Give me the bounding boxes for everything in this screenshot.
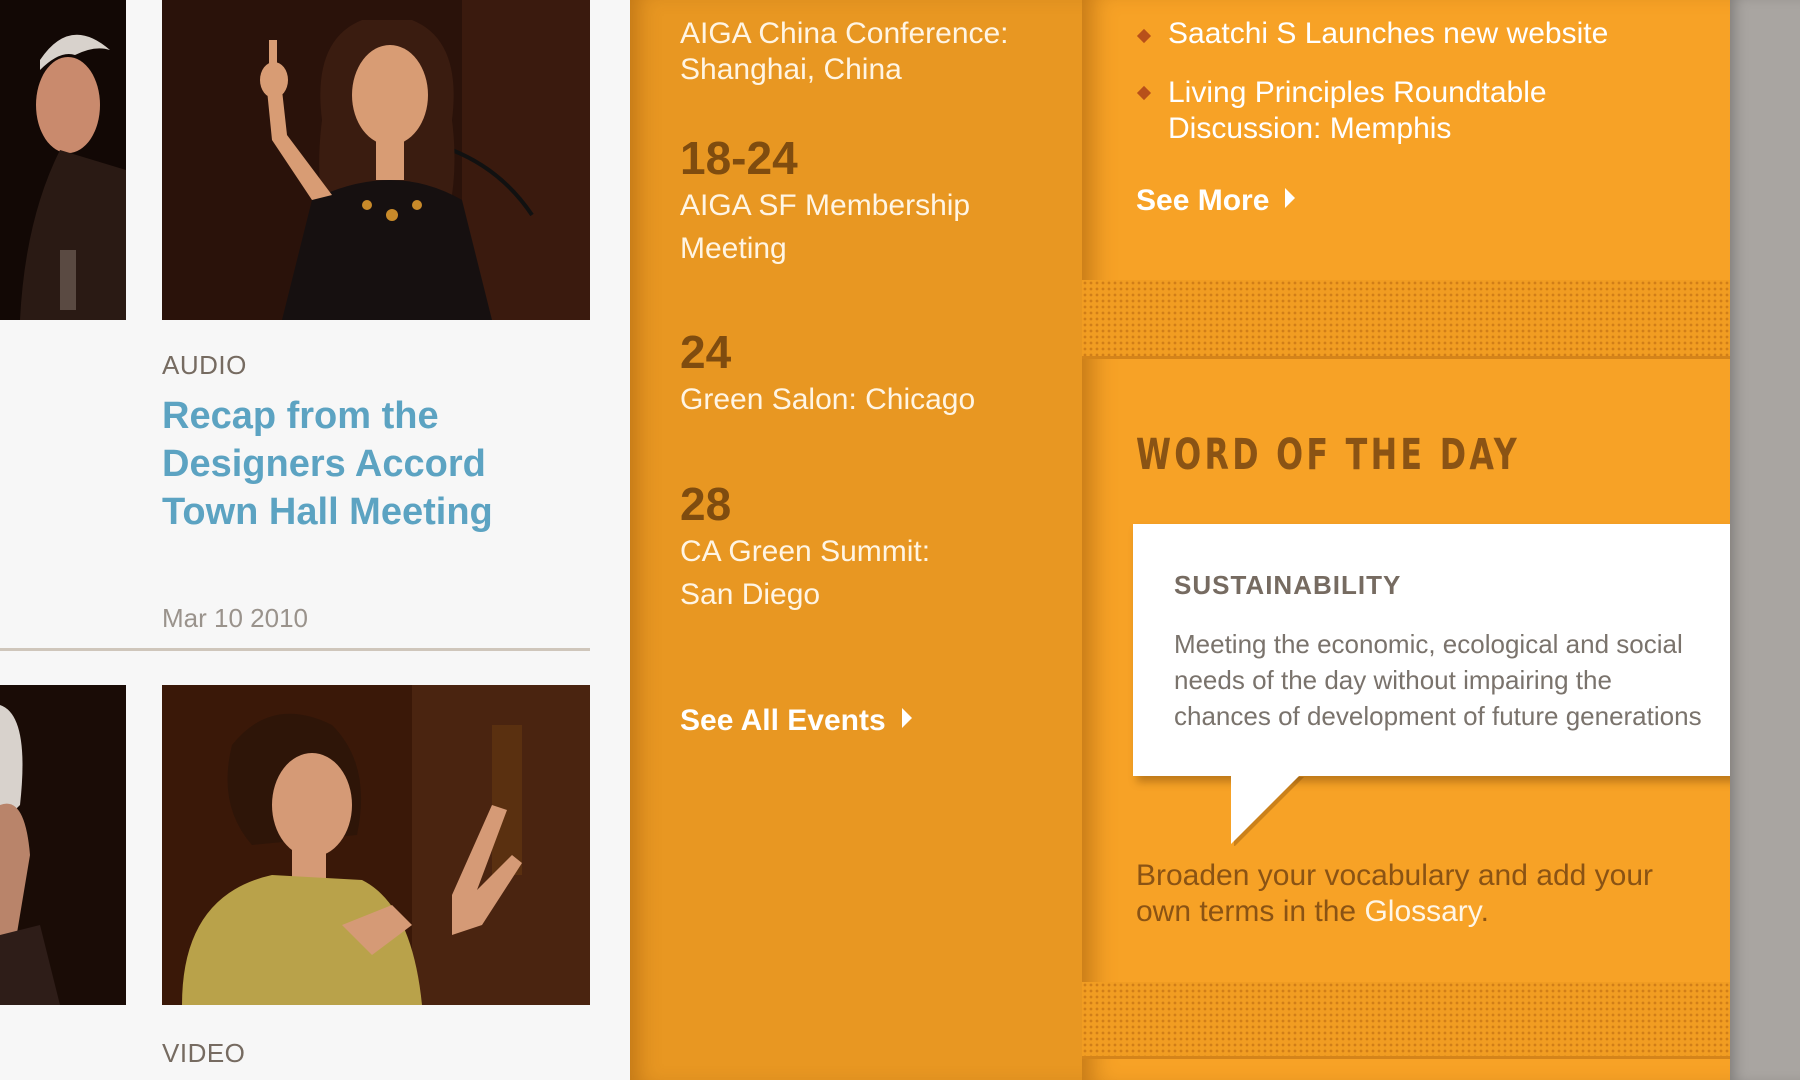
word-of-the-day-heading: WORD OF THE DAY bbox=[1136, 430, 1521, 480]
article-title-line[interactable]: Recap from the bbox=[162, 392, 622, 440]
event-item[interactable]: 18-24 AIGA SF Membership Meeting bbox=[680, 132, 970, 270]
event-title-line[interactable]: Shanghai, China bbox=[680, 52, 1009, 88]
glossary-prompt: Broaden your vocabulary and add your own… bbox=[1136, 858, 1696, 930]
speech-bubble-tail bbox=[1231, 774, 1304, 846]
article-title-line[interactable]: Designers Accord bbox=[162, 440, 622, 488]
chevron-right-icon bbox=[901, 708, 912, 728]
news-item-line[interactable]: Saatchi S Launches new website bbox=[1168, 16, 1608, 52]
glossary-line: Broaden your vocabulary and add your bbox=[1136, 859, 1654, 892]
chevron-right-icon bbox=[1285, 188, 1296, 208]
glossary-line: own terms in the Glossary. bbox=[1136, 894, 1696, 930]
article-photo-video[interactable] bbox=[162, 685, 590, 1005]
speaker-photo-thumbnail[interactable] bbox=[0, 685, 126, 1005]
definition-line: chances of development of future generat… bbox=[1174, 701, 1702, 731]
word-definition: Meeting the economic, ecological and soc… bbox=[1174, 626, 1754, 734]
section-rule bbox=[1082, 1056, 1730, 1059]
dotted-separator bbox=[1082, 982, 1730, 1056]
see-all-events-label[interactable]: See All Events bbox=[680, 704, 886, 737]
event-title-line[interactable]: Green Salon: Chicago bbox=[680, 378, 975, 421]
event-title-line[interactable]: CA Green Summit: bbox=[680, 530, 930, 573]
event-item[interactable]: 28 CA Green Summit: San Diego bbox=[680, 478, 930, 616]
event-date: 28 bbox=[680, 478, 732, 530]
event-date: 18-24 bbox=[680, 132, 798, 184]
bullet-icon bbox=[1136, 28, 1152, 44]
article-photo-audio[interactable] bbox=[162, 0, 590, 320]
event-title-line[interactable]: Meeting bbox=[680, 227, 970, 270]
glossary-link[interactable]: Glossary bbox=[1364, 895, 1480, 928]
section-rule bbox=[1082, 356, 1730, 359]
word-of-the-day-card: SUSTAINABILITY Meeting the economic, eco… bbox=[1133, 524, 1770, 776]
event-item[interactable]: AIGA China Conference: Shanghai, China bbox=[680, 16, 1009, 88]
article-list: AUDIO Recap from the Designers Accord To… bbox=[0, 0, 630, 1080]
see-more-label[interactable]: See More bbox=[1136, 184, 1269, 217]
news-item[interactable]: Living Principles Roundtable Discussion:… bbox=[1168, 75, 1547, 147]
glossary-line-post: . bbox=[1480, 895, 1489, 928]
dotted-separator bbox=[1082, 280, 1730, 356]
news-item[interactable]: Saatchi S Launches new website bbox=[1168, 16, 1608, 52]
event-title-line[interactable]: AIGA SF Membership bbox=[680, 184, 970, 227]
see-more-link[interactable]: See More bbox=[1136, 183, 1296, 219]
glossary-line-pre: own terms in the bbox=[1136, 895, 1365, 928]
article-title-link[interactable]: Recap from the Designers Accord Town Hal… bbox=[162, 392, 622, 536]
article-date: Mar 10 2010 bbox=[162, 603, 308, 633]
news-item-line[interactable]: Living Principles Roundtable bbox=[1168, 75, 1547, 111]
word-term: SUSTAINABILITY bbox=[1174, 570, 1402, 600]
events-column: AIGA China Conference: Shanghai, China 1… bbox=[630, 0, 1082, 1080]
news-column: Saatchi S Launches new website Living Pr… bbox=[1082, 0, 1770, 1080]
article-divider bbox=[0, 648, 590, 651]
article-title-line[interactable]: Town Hall Meeting bbox=[162, 488, 622, 536]
speaker-photo-thumbnail[interactable] bbox=[0, 0, 126, 320]
event-date: 24 bbox=[680, 326, 732, 378]
definition-line: Meeting the economic, ecological and soc… bbox=[1174, 629, 1683, 659]
news-item-line[interactable]: Discussion: Memphis bbox=[1168, 111, 1547, 147]
article-kicker: AUDIO bbox=[162, 350, 247, 380]
definition-line: needs of the day without impairing the bbox=[1174, 665, 1612, 695]
page-edge bbox=[1730, 0, 1800, 1080]
article-kicker: VIDEO bbox=[162, 1038, 246, 1068]
bullet-icon bbox=[1136, 85, 1152, 101]
event-title-line[interactable]: AIGA China Conference: bbox=[680, 16, 1009, 52]
event-title-line[interactable]: San Diego bbox=[680, 573, 930, 616]
see-all-events-link[interactable]: See All Events bbox=[680, 703, 912, 739]
event-item[interactable]: 24 Green Salon: Chicago bbox=[680, 326, 975, 421]
